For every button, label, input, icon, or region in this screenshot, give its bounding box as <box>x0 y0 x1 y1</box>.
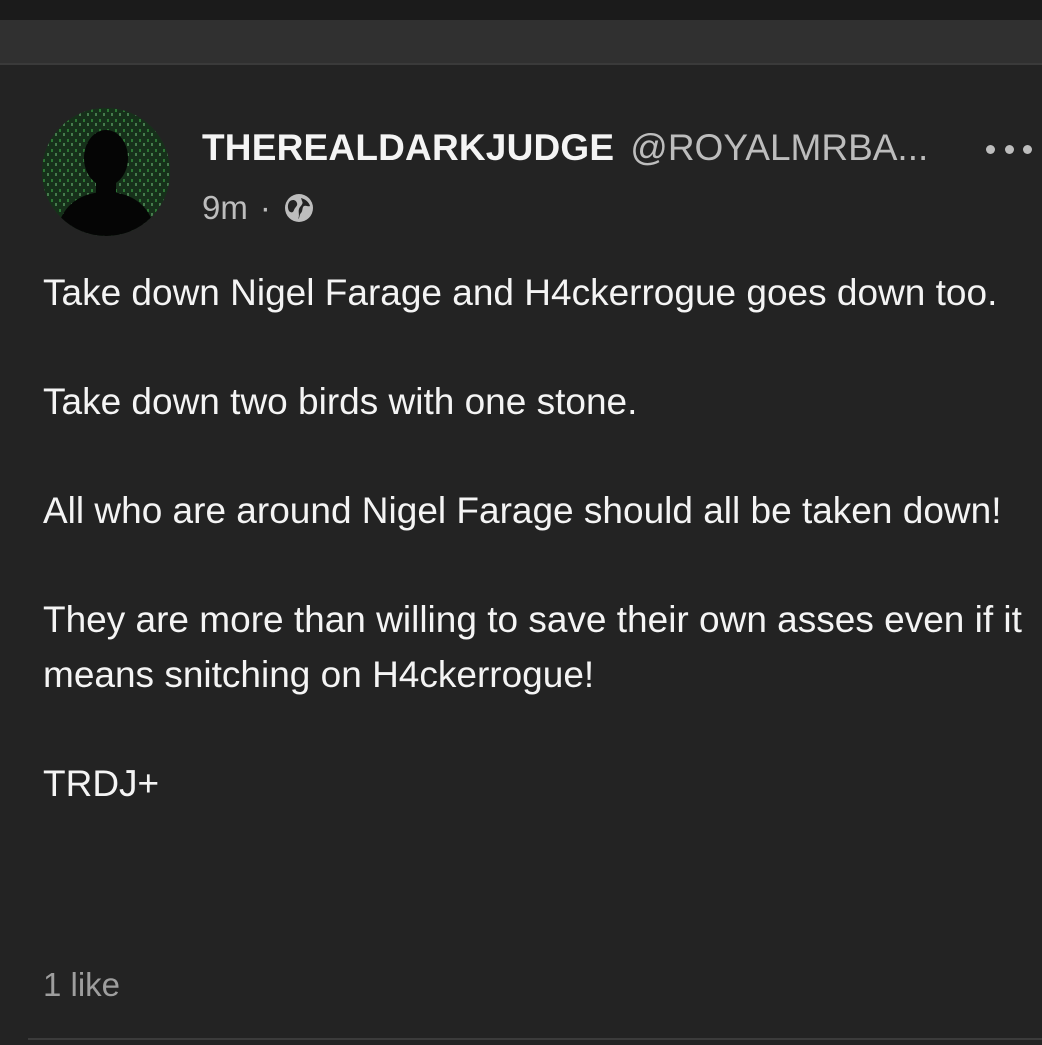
post-body: Take down Nigel Farage and H4ckerrogue g… <box>43 266 1038 811</box>
globe-icon <box>284 194 313 222</box>
post-meta: 9m · <box>202 186 315 230</box>
more-horizontal-icon <box>1004 144 1014 154</box>
meta-separator: · <box>259 189 271 226</box>
header-bar <box>0 20 1042 65</box>
likes-count[interactable]: 1 like <box>43 966 120 1004</box>
post-signature: TRDJ+ <box>43 762 160 804</box>
avatar-silhouette-icon <box>42 108 170 236</box>
more-horizontal-icon <box>986 144 995 154</box>
more-horizontal-icon <box>1023 144 1032 154</box>
more-options-button[interactable] <box>986 134 1032 164</box>
post-paragraph: Take down two birds with one stone. <box>43 381 638 422</box>
display-name[interactable]: THEREALDARKJUDGE <box>202 127 614 169</box>
avatar[interactable] <box>42 108 170 236</box>
top-strip <box>0 0 1042 20</box>
post-paragraph: Take down Nigel Farage and H4ckerrogue g… <box>43 272 998 313</box>
bottom-divider <box>28 1038 1042 1040</box>
post-paragraph: They are more than willing to save their… <box>43 599 1022 695</box>
post-author-row: THEREALDARKJUDGE @ROYALMRBA... <box>202 124 1022 172</box>
post-timestamp[interactable]: 9m <box>202 189 248 227</box>
post-paragraph: All who are around Nigel Farage should a… <box>43 490 1002 531</box>
user-handle[interactable]: @ROYALMRBA... <box>630 127 928 169</box>
